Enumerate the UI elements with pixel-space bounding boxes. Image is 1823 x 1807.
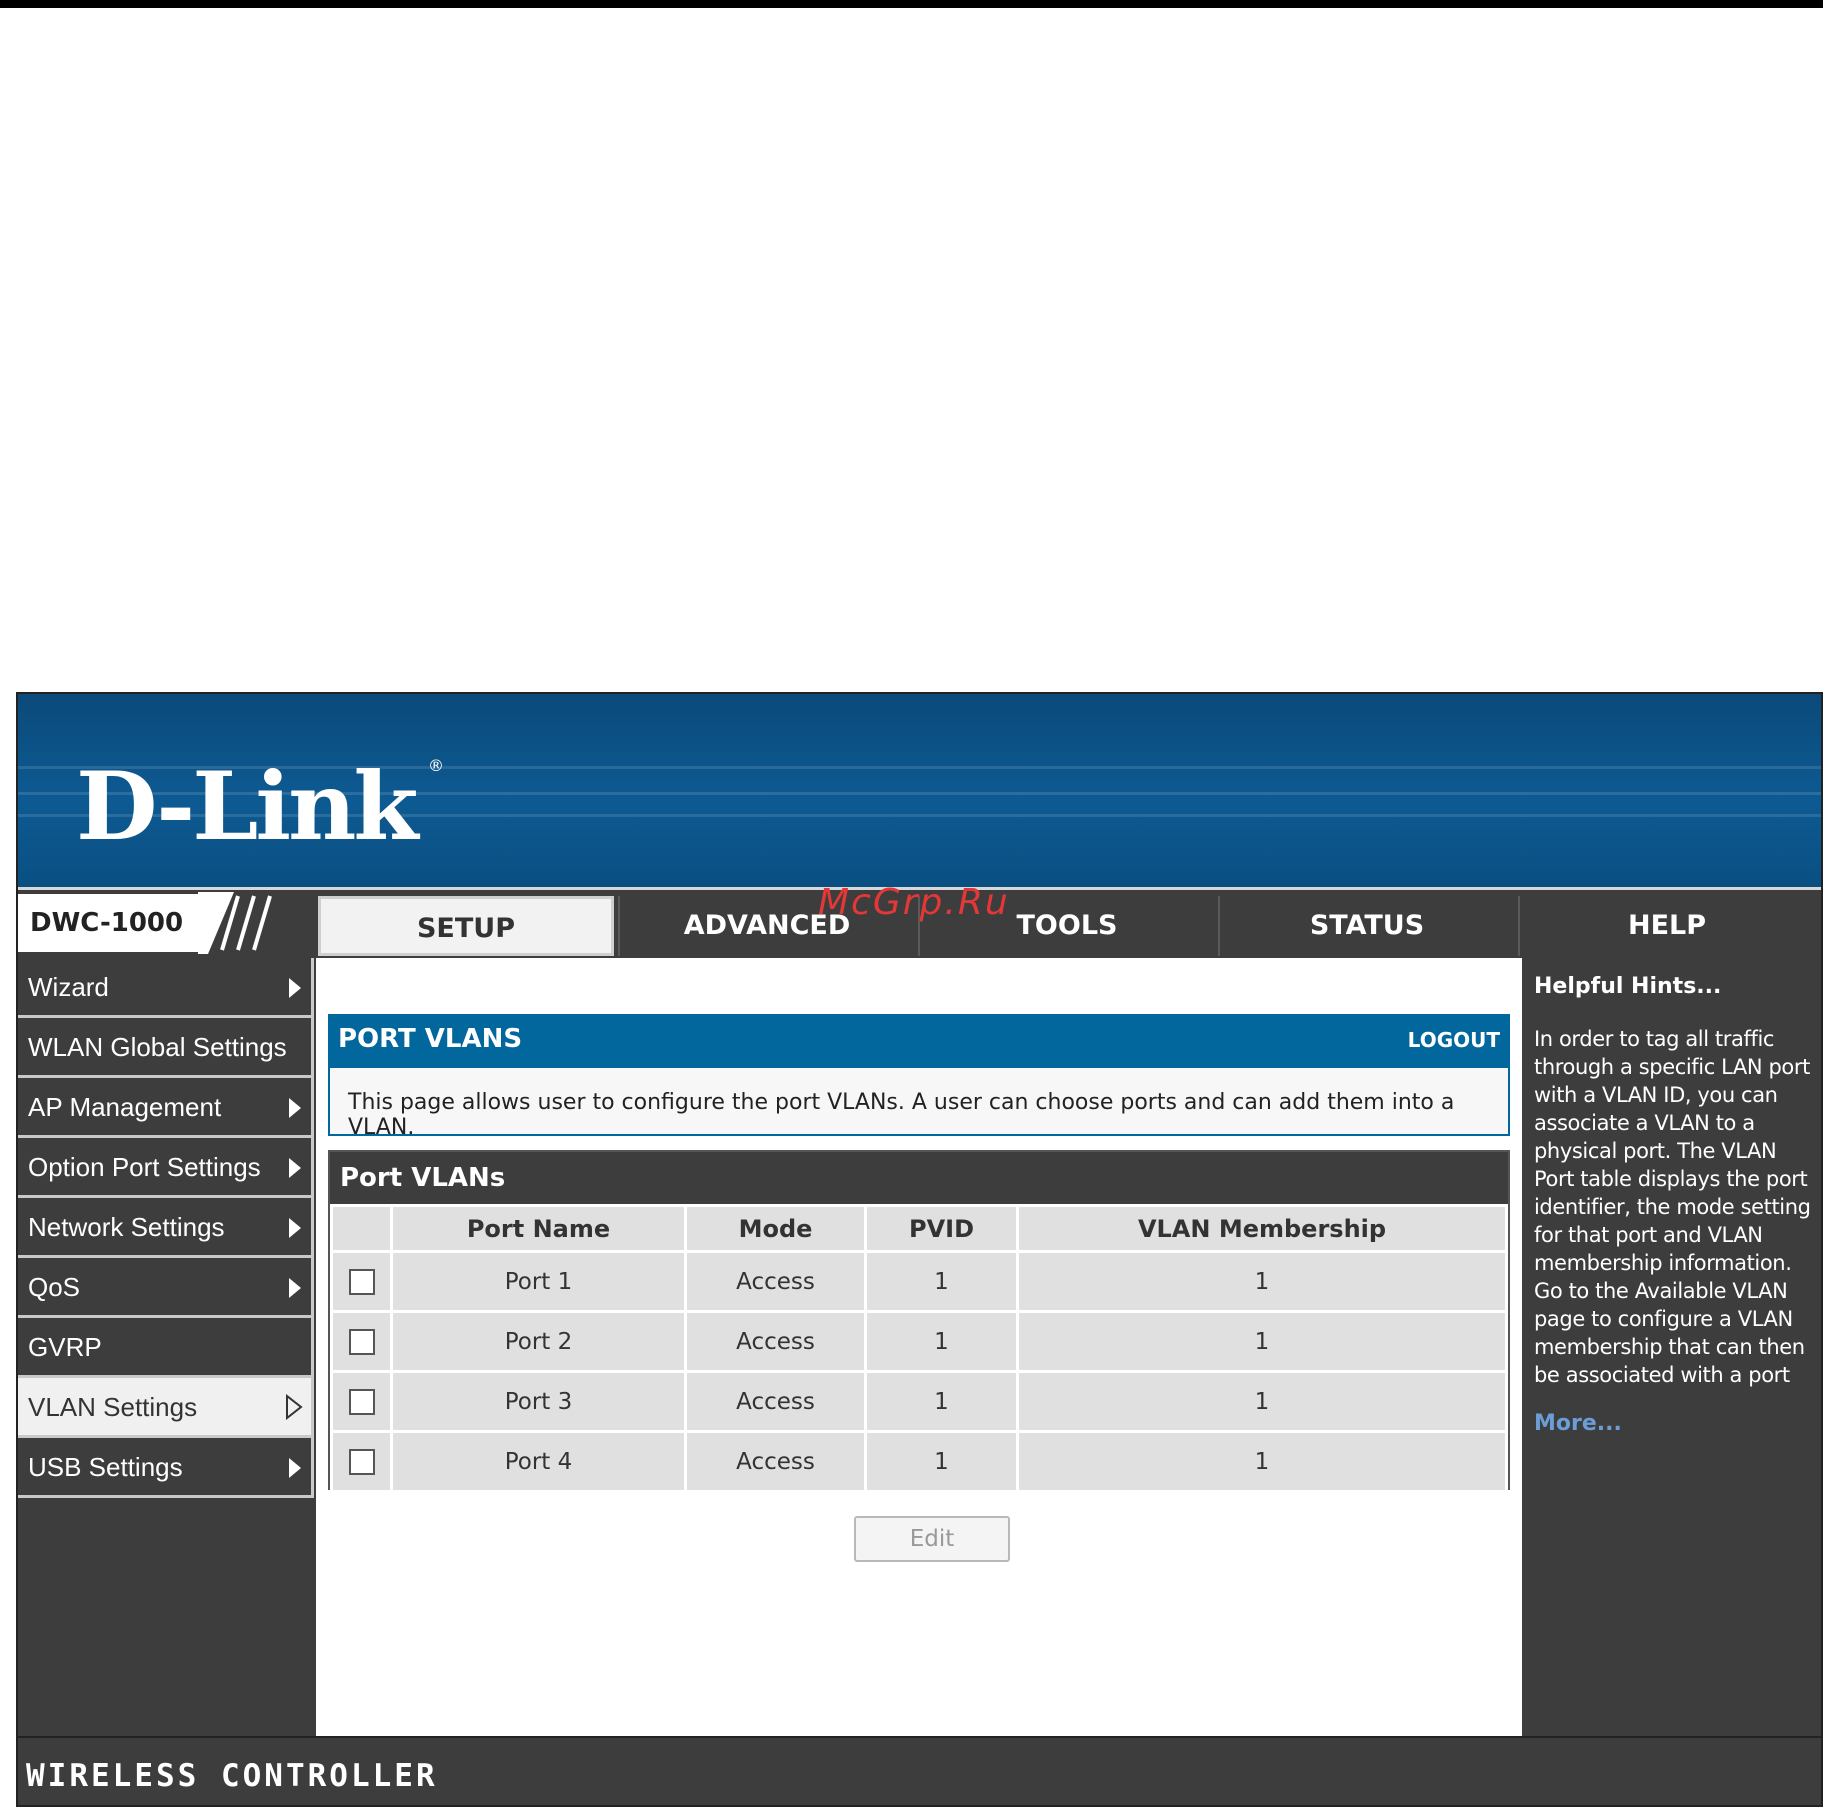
sidebar-item-wlan-global-settings[interactable]: WLAN Global Settings: [18, 1018, 314, 1078]
header-banner: D-Link ®: [18, 694, 1821, 890]
table-title: Port VLANs: [330, 1152, 1508, 1204]
page-description: This page allows user to configure the p…: [328, 1066, 1510, 1140]
tab-setup[interactable]: SETUP: [318, 896, 614, 956]
mode-cell: Access: [684, 1370, 867, 1433]
help-title: Helpful Hints...: [1534, 974, 1722, 999]
sidebar-item-label: USB Settings: [28, 1452, 183, 1482]
help-panel: Helpful Hints... In order to tag all tra…: [1522, 958, 1821, 1736]
edit-button[interactable]: Edit: [854, 1516, 1010, 1562]
help-text: In order to tag all traffic through a sp…: [1534, 1027, 1811, 1387]
table-header-row: Port Name Mode PVID VLAN Membership: [330, 1204, 1508, 1253]
row-checkbox[interactable]: [348, 1268, 375, 1295]
row-checkbox[interactable]: [348, 1448, 375, 1475]
right-arrow-icon: [289, 1458, 301, 1478]
column-header-pvid: PVID: [864, 1204, 1019, 1253]
page-header: PORT VLANS LOGOUT: [328, 1014, 1510, 1066]
sidebar-item-wizard[interactable]: Wizard: [18, 958, 314, 1018]
vlan-membership-cell: 1: [1016, 1310, 1508, 1373]
column-header-mode: Mode: [684, 1204, 867, 1253]
table-row: Port 3 Access 1 1: [330, 1370, 1508, 1433]
port-name-cell: Port 3: [390, 1370, 687, 1433]
sidebar-item-vlan-settings[interactable]: VLAN Settings: [18, 1378, 314, 1438]
page-title: PORT VLANS: [338, 1024, 523, 1054]
sidebar-item-label: WLAN Global Settings: [28, 1032, 287, 1062]
mode-cell: Access: [684, 1310, 867, 1373]
select-column-header: [330, 1204, 393, 1253]
row-checkbox[interactable]: [348, 1388, 375, 1415]
port-name-cell: Port 1: [390, 1250, 687, 1313]
watermark-text: McGrp.Ru: [818, 882, 1010, 923]
pvid-cell: 1: [864, 1310, 1019, 1373]
sidebar-item-usb-settings[interactable]: USB Settings: [18, 1438, 314, 1498]
sidebar-item-label: Network Settings: [28, 1212, 225, 1242]
column-header-port-name: Port Name: [390, 1204, 687, 1253]
vlan-membership-cell: 1: [1016, 1430, 1508, 1493]
column-header-vlan-membership: VLAN Membership: [1016, 1204, 1508, 1253]
sidebar-item-option-port-settings[interactable]: Option Port Settings: [18, 1138, 314, 1198]
vlan-membership-cell: 1: [1016, 1250, 1508, 1313]
open-arrow-icon: [286, 1394, 303, 1420]
row-checkbox[interactable]: [348, 1328, 375, 1355]
pvid-cell: 1: [864, 1430, 1019, 1493]
app-window: D-Link ® DWC-1000 SETUP ADVANCED TOOLS S…: [16, 692, 1823, 1807]
port-name-cell: Port 4: [390, 1430, 687, 1493]
help-more-link[interactable]: More...: [1534, 1411, 1815, 1436]
vlan-membership-cell: 1: [1016, 1370, 1508, 1433]
dlink-logo: D-Link: [76, 752, 419, 862]
sidebar-item-network-settings[interactable]: Network Settings: [18, 1198, 314, 1258]
sidebar-menu: Wizard WLAN Global Settings AP Managemen…: [18, 958, 314, 1498]
sidebar-item-label: Option Port Settings: [28, 1152, 261, 1182]
sidebar-item-label: GVRP: [28, 1332, 102, 1362]
sidebar-item-qos[interactable]: QoS: [18, 1258, 314, 1318]
footer-product-name: WIRELESS CONTROLLER: [26, 1758, 438, 1794]
main-content: PORT VLANS LOGOUT This page allows user …: [316, 958, 1522, 1736]
right-arrow-icon: [289, 1158, 301, 1178]
model-name: DWC-1000: [30, 908, 184, 938]
right-arrow-icon: [289, 1278, 301, 1298]
port-vlans-table-panel: Port VLANs Port Name Mode PVID VLAN Memb…: [328, 1150, 1510, 1493]
sidebar-item-gvrp[interactable]: GVRP: [18, 1318, 314, 1378]
mode-cell: Access: [684, 1430, 867, 1493]
registered-mark: ®: [428, 756, 444, 775]
tab-help[interactable]: HELP: [1518, 896, 1814, 956]
right-arrow-icon: [289, 1218, 301, 1238]
logout-link[interactable]: LOGOUT: [1408, 1028, 1500, 1052]
sidebar-item-label: AP Management: [28, 1092, 222, 1122]
model-label-box: DWC-1000: [18, 892, 318, 954]
sidebar-item-label: QoS: [28, 1272, 81, 1302]
tab-status[interactable]: STATUS: [1218, 896, 1514, 956]
slashes-decoration-icon: [198, 892, 318, 954]
pvid-cell: 1: [864, 1370, 1019, 1433]
table-row: Port 2 Access 1 1: [330, 1310, 1508, 1373]
top-border: [0, 0, 1823, 8]
port-vlans-table: Port Name Mode PVID VLAN Membership Port…: [330, 1204, 1508, 1493]
sidebar-item-ap-management[interactable]: AP Management: [18, 1078, 314, 1138]
right-arrow-icon: [289, 978, 301, 998]
pvid-cell: 1: [864, 1250, 1019, 1313]
mode-cell: Access: [684, 1250, 867, 1313]
table-row: Port 4 Access 1 1: [330, 1430, 1508, 1493]
sidebar-item-label: Wizard: [28, 972, 109, 1002]
table-row: Port 1 Access 1 1: [330, 1250, 1508, 1313]
port-name-cell: Port 2: [390, 1310, 687, 1373]
right-arrow-icon: [289, 1098, 301, 1118]
sidebar-item-label: VLAN Settings: [28, 1392, 198, 1422]
footer: WIRELESS CONTROLLER: [18, 1736, 1821, 1805]
